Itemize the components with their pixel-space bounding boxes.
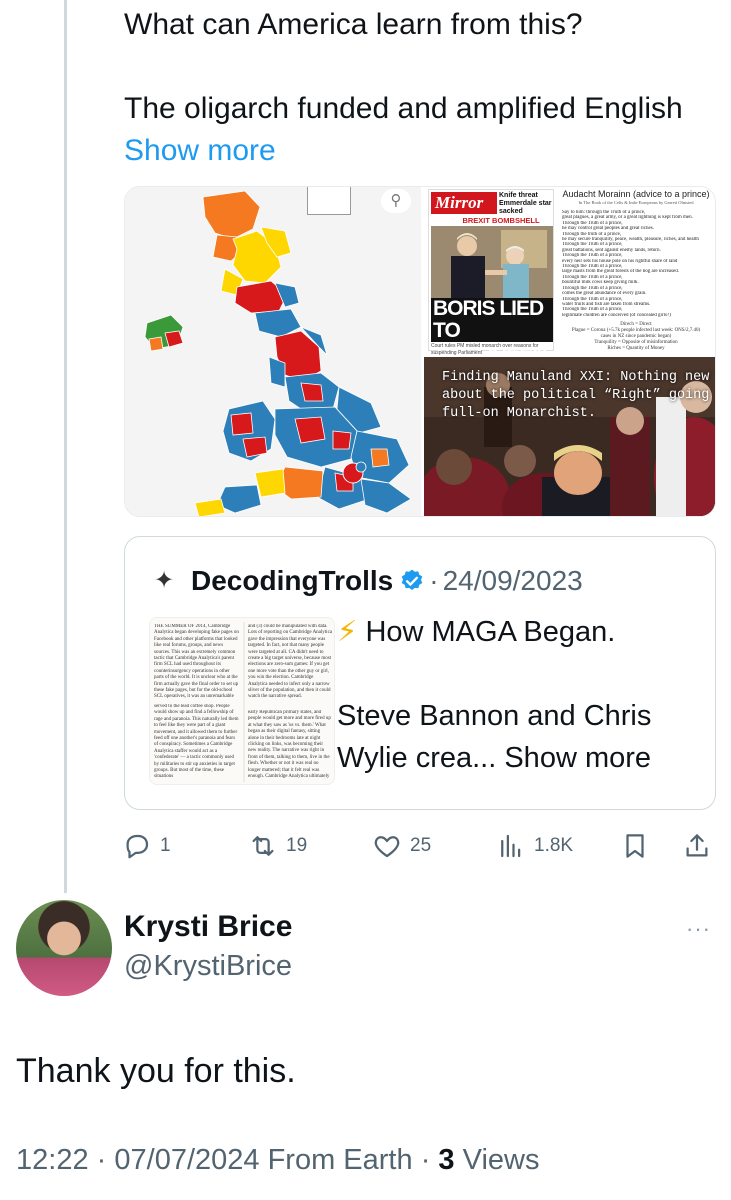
thread-connector-line	[64, 0, 67, 893]
reply-metadata: 12:22 · 07/07/2024 From Earth · 3 Views	[16, 1144, 539, 1177]
quoted-tweet-separator: ·	[429, 565, 439, 596]
poem-notes: Dírech = Direct Plague = Corona (+5.7k p…	[562, 322, 710, 352]
newspaper-headline-line1: BORIS LIED TO	[433, 297, 544, 342]
monarchist-meeting-image[interactable]: Finding Manuland XXI: Nothing new about …	[424, 357, 715, 516]
mirror-front-page-image[interactable]: Mirror Knife threat Emmerdale star sacke…	[424, 187, 715, 355]
meeting-caption: Finding Manuland XXI: Nothing new about …	[442, 370, 710, 421]
quoted-tweet-book-page-thumbnail[interactable]: THE SUMMER OF 2014, Cambridge Analytica …	[149, 617, 335, 785]
reply-source: From Earth	[267, 1144, 413, 1176]
meta-separator: ·	[96, 1144, 107, 1176]
reply-views-label: Views	[462, 1144, 540, 1176]
share-button[interactable]	[682, 828, 720, 864]
tweet-paragraph-1: What can America learn from this?	[124, 8, 583, 41]
views-count: 1.8K	[534, 835, 574, 856]
tweet-paragraph-2: The oligarch funded and amplified Englis…	[124, 88, 714, 172]
reply-author-name[interactable]: Krysti Brice	[124, 910, 292, 944]
views-chart-icon	[501, 834, 521, 858]
retweet-count: 19	[286, 835, 308, 856]
retweet-button[interactable]: 19	[248, 828, 307, 864]
quoted-tweet-show-more-link[interactable]: Show more	[504, 742, 651, 774]
heart-icon	[374, 836, 400, 858]
meta-separator: ·	[420, 1144, 431, 1176]
avatar[interactable]	[16, 900, 112, 996]
reply-author-handle[interactable]: @KrystiBrice	[124, 950, 292, 983]
newspaper-photo	[431, 226, 553, 298]
newspaper-headline: BORIS LIED TO THE QUEEN	[431, 297, 553, 355]
newspaper-banner: BREXIT BOMBSHELL	[462, 216, 540, 225]
bookmark-button[interactable]	[620, 828, 658, 864]
quoted-tweet-line-1: ⚡ How MAGA Began.	[337, 611, 707, 653]
retweet-icon	[252, 836, 274, 856]
poem-line: legitimate children are conceived (of co…	[562, 312, 671, 318]
quoted-tweet-card[interactable]: ✦ DecodingTrolls · 24/09/2023 THE SUMMER…	[124, 536, 716, 810]
poem-lines: Say to him: through the Truth of a princ…	[562, 210, 710, 318]
uk-election-map-image[interactable]: ⚲	[125, 187, 421, 516]
poem-panel: Audacht Morainn (advice to a prince) In …	[558, 187, 714, 355]
quoted-tweet-line-2: Steve Bannon and Chris Wylie crea... Sho…	[337, 695, 707, 779]
book-column-left-bottom: served to the lead coffee shop. People w…	[154, 704, 239, 780]
tweet-media-grid: ⚲ Mirror Knife threat Emmerdale star sac…	[124, 186, 716, 517]
lightning-icon: ⚡	[337, 616, 358, 648]
reply-date[interactable]: 07/07/2024	[114, 1144, 259, 1176]
sparkle-avatar-icon[interactable]: ✦	[147, 564, 181, 598]
reply-text: Thank you for this.	[16, 1052, 296, 1090]
poem-subtitle: In The Book of the Celts & Indo-European…	[578, 200, 694, 205]
map-inset-box	[307, 187, 351, 215]
quoted-tweet-header: ✦ DecodingTrolls · 24/09/2023	[147, 563, 583, 599]
book-column-left-top: THE SUMMER OF 2014, Cambridge Analytica …	[154, 624, 239, 698]
more-options-icon[interactable]: ···	[686, 916, 711, 942]
share-icon	[686, 834, 708, 857]
newspaper-footer: Court rules PM misled monarch over reaso…	[431, 343, 539, 355]
reply-views-count: 3	[438, 1144, 455, 1176]
pm-meets-queen-illustration	[431, 226, 553, 298]
quoted-tweet-body: ⚡ How MAGA Began. Steve Bannon and Chris…	[337, 611, 707, 779]
reply-button[interactable]: 1	[122, 828, 171, 864]
views-button[interactable]: 1.8K	[496, 828, 573, 864]
reply-time[interactable]: 12:22	[16, 1144, 89, 1176]
quoted-author-name[interactable]: DecodingTrolls	[191, 565, 393, 597]
poem-note: Riches = Quantity of Money	[607, 346, 665, 352]
tweet-body: What can America learn from this? The ol…	[124, 4, 714, 172]
reply-count: 1	[160, 835, 171, 856]
uk-map-graphic	[125, 187, 421, 516]
like-count: 25	[410, 835, 432, 856]
tweet-show-more-link[interactable]: Show more	[124, 134, 276, 167]
tweet-paragraph-2-text: The oligarch funded and amplified Englis…	[124, 92, 683, 125]
newspaper-side-tag: Knife threat Emmerdale star sacked	[499, 192, 552, 215]
bookmark-icon	[626, 834, 644, 858]
tweet-action-bar: 1 19 25 1.8K	[0, 828, 731, 864]
newspaper-front-page: Mirror Knife threat Emmerdale star sacke…	[428, 189, 554, 355]
book-column-right-bottom: early Republican primary states, and peo…	[248, 710, 331, 780]
quoted-tweet-date[interactable]: 24/09/2023	[443, 565, 583, 597]
verified-badge-icon	[399, 568, 425, 594]
quoted-tweet-line-1-text: How MAGA Began.	[365, 616, 616, 648]
magnifier-icon[interactable]: ⚲	[381, 189, 411, 213]
newspaper-masthead: Mirror	[431, 192, 497, 214]
book-column-right-top: and (3) could be manipulated with data. …	[248, 624, 332, 700]
reply-icon	[126, 834, 149, 859]
like-button[interactable]: 25	[372, 828, 431, 864]
poem-title: Audacht Morainn (advice to a prince)	[562, 189, 710, 199]
